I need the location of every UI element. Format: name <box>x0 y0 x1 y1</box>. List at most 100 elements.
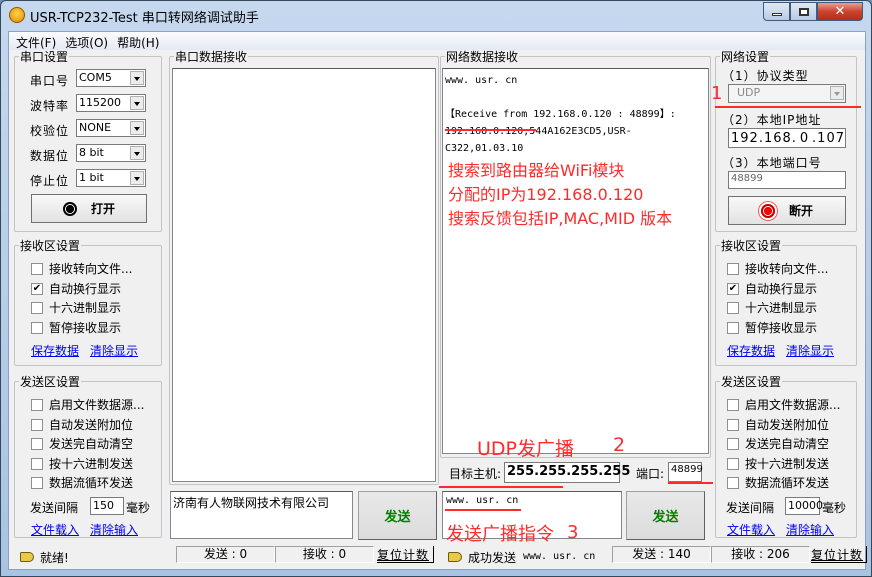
baud-value: 115200 <box>79 96 121 109</box>
clear-display-link[interactable]: 清除显示 <box>90 342 138 359</box>
chevron-down-icon[interactable] <box>130 121 144 135</box>
checkbox[interactable] <box>727 301 739 314</box>
left-send-option-4[interactable]: 数据流循环发送 <box>31 474 133 491</box>
network-send-button[interactable]: 发送 <box>626 491 705 540</box>
network-receive-area[interactable]: www. usr. cn 【Receive from 192.168.0.120… <box>442 68 709 454</box>
checkbox[interactable] <box>31 398 43 411</box>
port-underline-annotation <box>668 482 713 484</box>
right-interval-input[interactable]: 10000 <box>785 497 823 515</box>
network-settings-legend: 网络设置 <box>721 50 770 64</box>
left-send-option-0[interactable]: 启用文件数据源... <box>31 396 144 413</box>
right-send-option-2[interactable]: 发送完自动清空 <box>727 435 829 452</box>
title-bar[interactable]: USR-TCP232-Test 串口转网络调试助手 ✕ <box>1 1 871 31</box>
recv-line: 192.168.0.120,544A162E3CD5,USR- <box>445 126 632 137</box>
maximize-button[interactable] <box>790 2 817 21</box>
checkbox[interactable] <box>727 476 739 489</box>
option-label: 接收转向文件... <box>49 262 133 276</box>
protocol-underline-annotation <box>715 106 861 108</box>
left-send-option-3[interactable]: 按十六进制发送 <box>31 455 133 472</box>
ip-octet[interactable]: 192 <box>731 131 759 146</box>
checkbox[interactable] <box>31 418 43 431</box>
left-recv-option-1[interactable]: ✔ 自动换行显示 <box>31 280 121 297</box>
left-interval-input[interactable]: 150 <box>90 497 124 515</box>
serial-send-button[interactable]: 发送 <box>358 491 437 540</box>
baud-select[interactable]: 115200 <box>76 94 146 112</box>
protocol-number-annotation: 1 <box>711 83 723 104</box>
chevron-down-icon[interactable] <box>830 86 844 100</box>
left-recv-option-0[interactable]: 接收转向文件... <box>31 260 132 277</box>
target-host-input[interactable]: 255.255.255.255 <box>504 462 630 483</box>
left-reset-count-button[interactable]: 复位计数 <box>377 546 434 563</box>
right-clear-input-link[interactable]: 清除输入 <box>786 521 834 538</box>
right-reset-count-button[interactable]: 复位计数 <box>811 546 867 563</box>
right-save-data-link[interactable]: 保存数据 <box>727 342 775 359</box>
chevron-down-icon[interactable] <box>130 71 144 85</box>
checkbox[interactable] <box>31 321 43 334</box>
pointing-hand-icon <box>20 552 34 562</box>
chevron-down-icon[interactable] <box>130 96 144 110</box>
search-result-annotation: 搜索到路由器给WiFi模块 分配的IP为192.168.0.120 搜索反馈包括… <box>448 159 672 231</box>
udp-broadcast-number: 2 <box>613 434 626 456</box>
disconnect-button[interactable]: 断开 <box>728 196 846 225</box>
minimize-button[interactable] <box>763 2 790 21</box>
app-mascot-icon <box>9 7 25 23</box>
network-receive-legend: 网络数据接收 <box>446 50 519 64</box>
checkbox[interactable] <box>727 437 739 450</box>
left-clear-input-link[interactable]: 清除输入 <box>90 521 138 538</box>
chevron-down-icon[interactable] <box>130 146 144 160</box>
option-label: 自动换行显示 <box>49 282 122 296</box>
option-label: 十六进制显示 <box>745 301 818 315</box>
right-send-option-4[interactable]: 数据流循环发送 <box>727 474 829 491</box>
checkbox[interactable] <box>31 301 43 314</box>
left-send-option-1[interactable]: 自动发送附加位 <box>31 416 133 433</box>
right-send-option-0[interactable]: 启用文件数据源... <box>727 396 840 413</box>
ip-octet[interactable]: 168 <box>764 131 792 146</box>
minimize-icon <box>771 13 782 16</box>
chevron-down-icon[interactable] <box>130 171 144 185</box>
checkbox[interactable] <box>31 457 43 470</box>
checkbox[interactable] <box>727 398 739 411</box>
left-file-load-link[interactable]: 文件载入 <box>31 521 79 538</box>
checkbox[interactable] <box>727 321 739 334</box>
ip-octet[interactable]: 0 <box>797 131 812 146</box>
right-send-option-1[interactable]: 自动发送附加位 <box>727 416 829 433</box>
checkbox[interactable] <box>31 476 43 489</box>
right-recv-option-0[interactable]: 接收转向文件... <box>727 260 828 277</box>
stopbits-select[interactable]: 1 bit <box>76 169 146 187</box>
target-port-label: 端口: <box>636 467 665 481</box>
right-file-load-link[interactable]: 文件载入 <box>727 521 775 538</box>
right-recv-option-1[interactable]: ✔ 自动换行显示 <box>727 280 817 297</box>
left-send-option-2[interactable]: 发送完自动清空 <box>31 435 133 452</box>
checkbox[interactable] <box>727 262 739 275</box>
right-recv-option-2[interactable]: 十六进制显示 <box>727 299 817 316</box>
local-port-input[interactable]: 48899 <box>728 171 846 189</box>
left-recv-option-3[interactable]: 暂停接收显示 <box>31 319 121 336</box>
checkbox[interactable] <box>31 262 43 275</box>
close-button[interactable]: ✕ <box>817 2 863 21</box>
local-ip-input[interactable]: 192. 168. 0. 107 <box>728 128 846 148</box>
port-select[interactable]: COM5 <box>76 69 146 87</box>
right-send-settings-legend: 发送区设置 <box>721 375 782 389</box>
right-clear-display-link[interactable]: 清除显示 <box>786 342 834 359</box>
right-send-option-3[interactable]: 按十六进制发送 <box>727 455 829 472</box>
checkbox[interactable] <box>31 437 43 450</box>
checkbox[interactable] <box>727 418 739 431</box>
save-data-link[interactable]: 保存数据 <box>31 342 79 359</box>
checkbox-checked[interactable]: ✔ <box>727 282 739 295</box>
option-label: 数据流循环发送 <box>745 476 830 490</box>
option-label: 暂停接收显示 <box>49 321 122 335</box>
left-recv-option-2[interactable]: 十六进制显示 <box>31 299 121 316</box>
open-port-button[interactable]: 打开 <box>31 194 147 223</box>
serial-receive-area[interactable] <box>172 68 436 482</box>
checkbox-checked[interactable]: ✔ <box>31 282 43 295</box>
target-port-input[interactable]: 48899 <box>668 462 703 482</box>
protocol-select[interactable]: UDP <box>728 84 846 103</box>
local-ip-label: （2）本地IP地址 <box>722 113 822 127</box>
right-status-detail: www. usr. cn <box>523 551 596 562</box>
ip-octet[interactable]: 107 <box>817 131 845 146</box>
checkbox[interactable] <box>727 457 739 470</box>
serial-send-input[interactable]: 济南有人物联网技术有限公司 <box>170 491 353 539</box>
databits-select[interactable]: 8 bit <box>76 144 146 162</box>
parity-select[interactable]: NONE <box>76 119 146 137</box>
right-recv-option-3[interactable]: 暂停接收显示 <box>727 319 817 336</box>
